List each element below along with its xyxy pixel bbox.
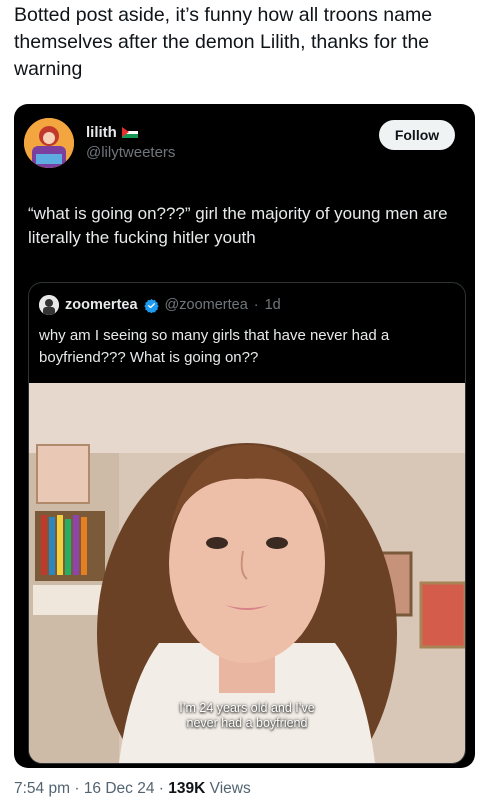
quoted-tweet-card[interactable]: lilith @lilytweeters Follow “what is goi… [14,104,475,768]
inner-quote-text: why am I seeing so many girls that have … [39,327,390,366]
author-handle[interactable]: @lilytweeters [86,144,175,161]
inner-author-name[interactable]: zoomertea [65,297,138,313]
inner-quote-media[interactable]: I’m 24 years old and I’ve never had a bo… [29,383,465,763]
inner-quoted-tweet[interactable]: zoomertea @zoomertea · 1d why am I seein… [28,282,466,764]
views-label: Views [209,780,251,797]
inner-quote-header: zoomertea @zoomertea · 1d [39,295,281,315]
palestine-flag-icon [121,127,138,138]
author-name[interactable]: lilith [86,124,117,141]
post-time[interactable]: 7:54 pm [14,780,70,797]
caption-line-1: I’m 24 years old and I’ve [179,701,315,715]
caption-line-2: never had a boyfriend [186,716,308,730]
avatar-image [39,295,59,315]
follow-button[interactable]: Follow [379,120,455,150]
views-count: 139K [168,780,206,797]
lilith-avatar[interactable] [24,118,74,168]
avatar-image [24,118,74,168]
inner-author-handle[interactable]: @zoomertea [165,297,248,313]
video-caption: I’m 24 years old and I’ve never had a bo… [29,701,465,731]
post-date[interactable]: 16 Dec 24 [84,780,155,797]
separator-dot: · [253,297,259,313]
post-text: Botted post aside, it’s funny how all tr… [14,4,433,80]
tweet-body: “what is going on???” girl the majority … [28,204,448,247]
author-name-row: lilith [86,124,175,141]
verified-badge-icon [143,298,159,313]
inner-timestamp[interactable]: 1d [265,297,281,313]
tweet-author: lilith @lilytweeters [86,124,175,161]
zoomertea-avatar[interactable] [39,295,59,315]
meta-separator: · [74,780,80,797]
meta-separator: · [158,780,164,797]
post-meta: 7:54 pm · 16 Dec 24 · 139K Views [14,780,251,798]
